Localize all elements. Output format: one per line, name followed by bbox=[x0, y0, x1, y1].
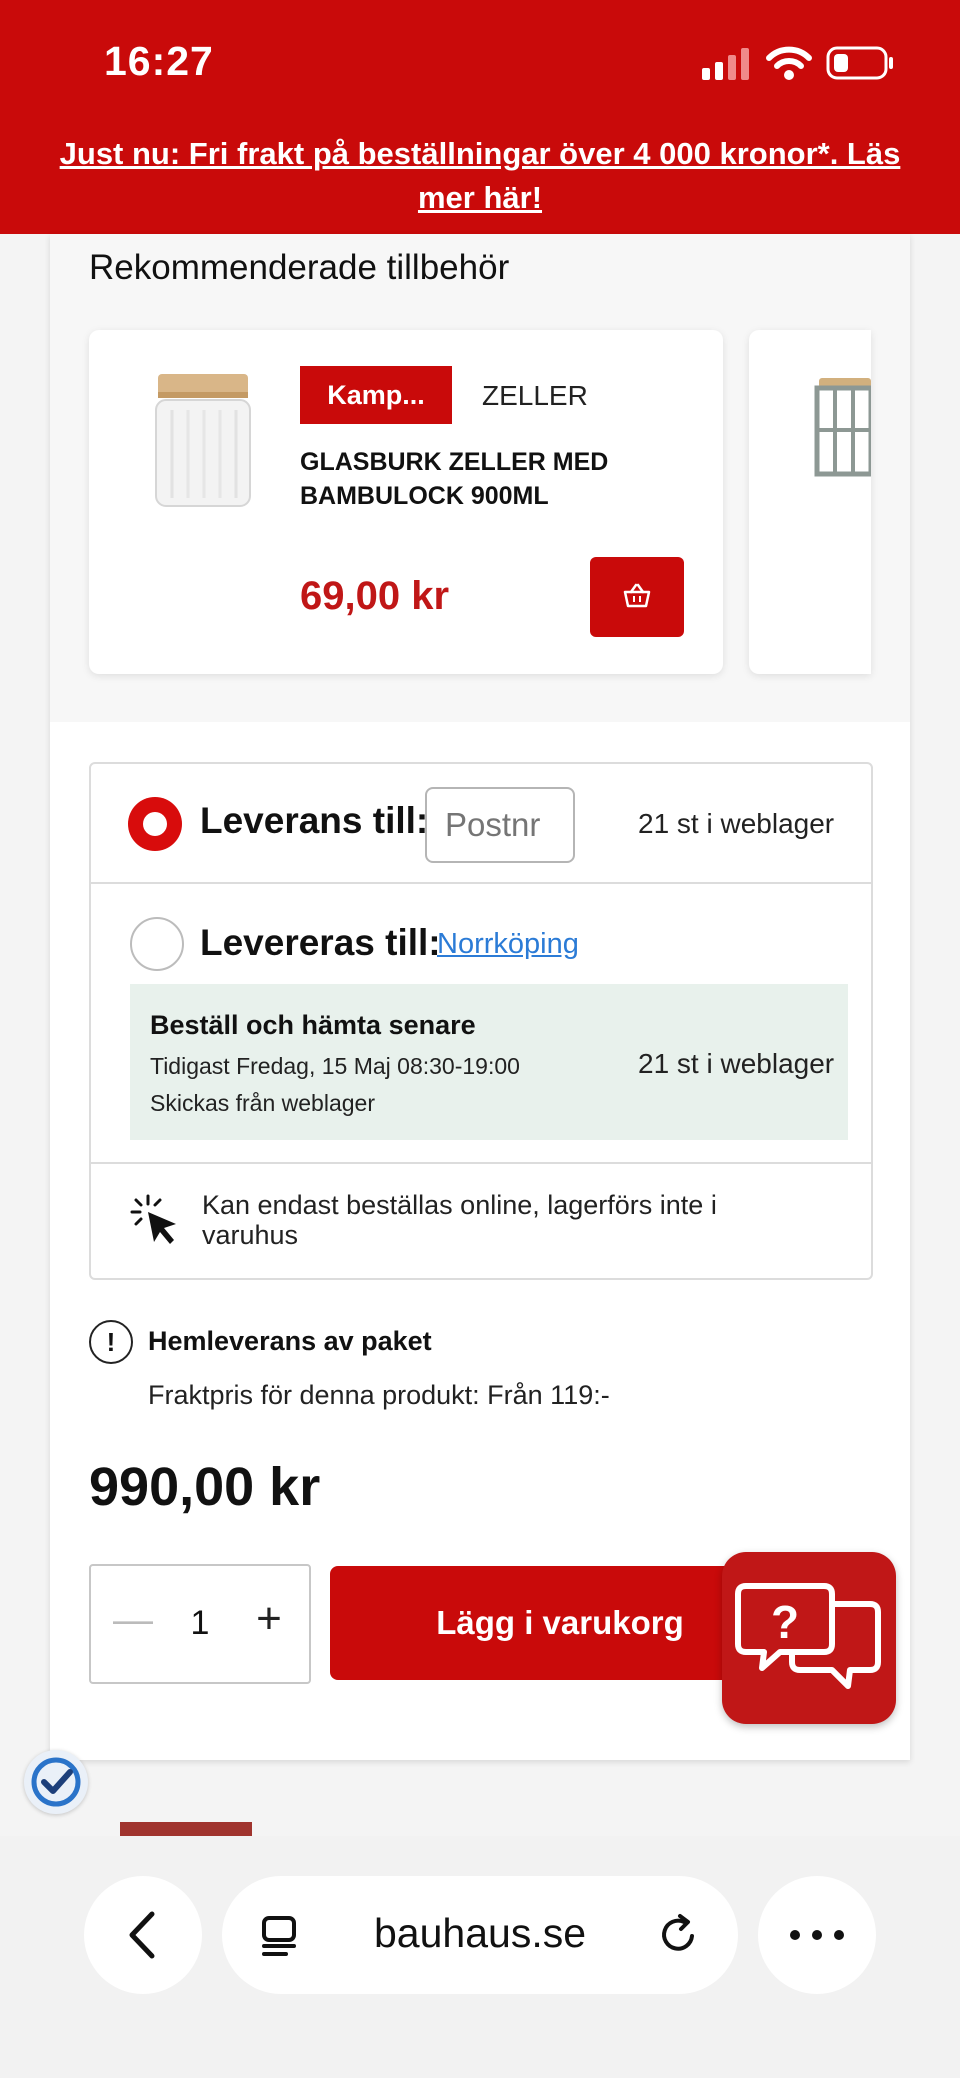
campaign-badge: Kamp... bbox=[300, 366, 452, 424]
pickup-stock-status: 21 st i weblager bbox=[638, 1048, 835, 1079]
product-price: 69,00 kr bbox=[300, 574, 450, 618]
pickup-label: Levereras till: bbox=[200, 922, 441, 963]
home-delivery-title: Hemleverans av paket bbox=[148, 1326, 432, 1356]
accessory-card-next[interactable] bbox=[749, 330, 871, 674]
battery-icon bbox=[826, 46, 893, 80]
pickup-shipping-source: Skickas från weblager bbox=[150, 1090, 375, 1116]
store-link[interactable]: Norrköping bbox=[437, 928, 579, 961]
product-image bbox=[155, 374, 251, 507]
quantity-decrease-button[interactable]: — bbox=[108, 1595, 158, 1645]
pickup-radio[interactable] bbox=[130, 917, 184, 971]
trust-badge[interactable] bbox=[24, 1750, 88, 1814]
quantity-increase-button[interactable]: + bbox=[244, 1595, 294, 1645]
back-button[interactable] bbox=[84, 1876, 202, 1994]
add-to-cart-button[interactable]: Lägg i varukorg bbox=[330, 1566, 790, 1680]
info-icon: ! bbox=[89, 1320, 133, 1364]
add-accessory-to-cart-button[interactable] bbox=[590, 557, 684, 637]
page-menu-icon bbox=[262, 1916, 296, 1956]
quantity-value[interactable]: 1 bbox=[185, 1604, 215, 1643]
basket-icon bbox=[623, 583, 651, 607]
product-image bbox=[814, 378, 871, 477]
online-only-note: Kan endast beställas online, lagerförs i… bbox=[202, 1190, 717, 1250]
svg-text:?: ? bbox=[771, 1596, 799, 1648]
delivery-label: Leverans till: bbox=[200, 800, 429, 841]
reload-icon[interactable] bbox=[656, 1912, 702, 1958]
postcode-input[interactable] bbox=[425, 787, 575, 863]
chat-help-button[interactable]: ? bbox=[722, 1552, 896, 1724]
chat-bubbles-icon: ? bbox=[735, 1583, 881, 1689]
free-shipping-link[interactable]: Just nu: Fri frakt på beställningar över… bbox=[40, 132, 920, 220]
product-name[interactable]: GLASBURK ZELLER MED BAMBULOCK 900ML bbox=[300, 445, 640, 513]
product-brand: ZELLER bbox=[482, 380, 588, 411]
pickup-date: Tidigast Fredag, 15 Maj 08:30-19:00 bbox=[150, 1053, 520, 1079]
pickup-title: Beställ och hämta senare bbox=[150, 1010, 476, 1040]
shipping-price: Fraktpris för denna produkt: Från 119:- bbox=[148, 1380, 610, 1410]
wifi-icon bbox=[766, 46, 812, 80]
accessories-title: Rekommenderade tillbehör bbox=[89, 248, 510, 287]
chevron-left-icon bbox=[129, 1911, 155, 1959]
signal-icon bbox=[702, 48, 749, 80]
status-time: 16:27 bbox=[104, 38, 214, 84]
ellipsis-icon bbox=[790, 1930, 844, 1940]
product-main-price: 990,00 kr bbox=[89, 1457, 321, 1517]
online-click-icon bbox=[130, 1194, 176, 1244]
more-options-button[interactable] bbox=[758, 1876, 876, 1994]
stock-status: 21 st i weblager bbox=[638, 808, 835, 839]
shield-check-icon bbox=[31, 1757, 81, 1807]
url-text[interactable]: bauhaus.se bbox=[374, 1910, 586, 1957]
delivery-radio-selected[interactable] bbox=[128, 797, 182, 851]
